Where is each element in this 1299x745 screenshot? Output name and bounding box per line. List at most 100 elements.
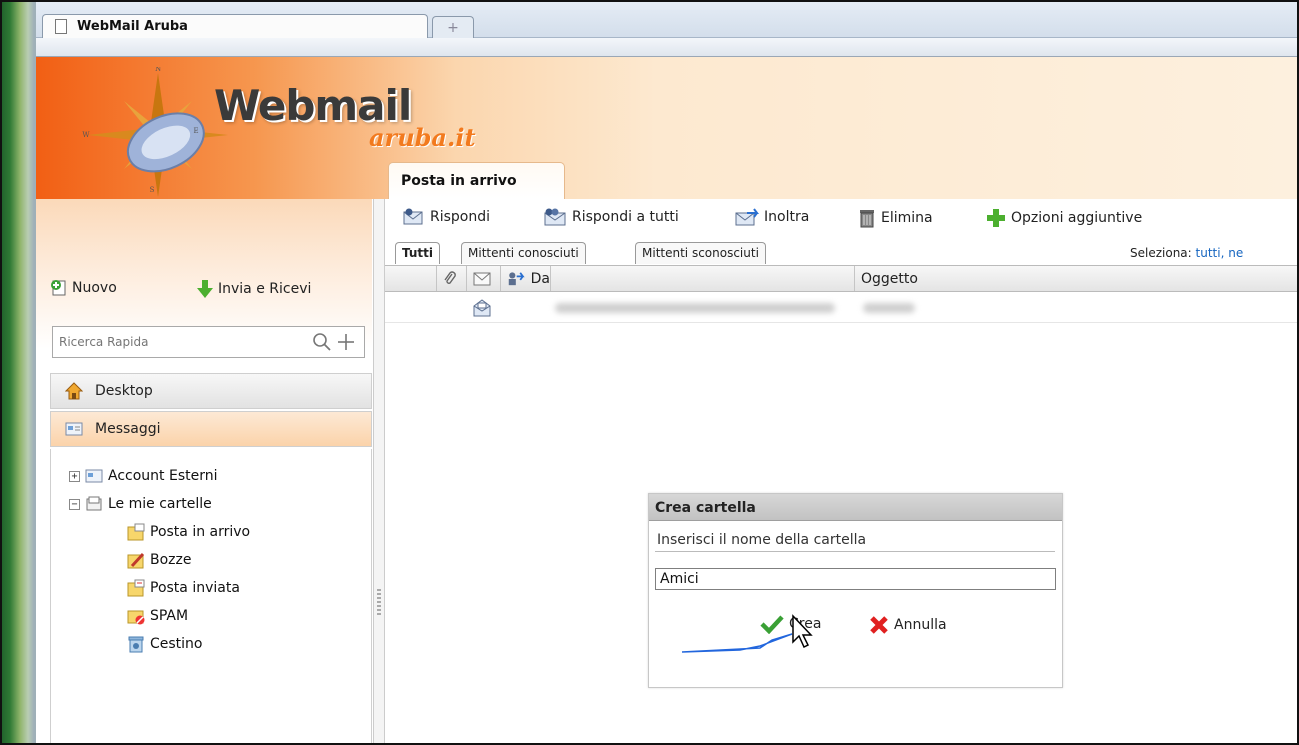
inbox-folder-icon: [127, 523, 145, 541]
sender-redacted: [555, 303, 835, 313]
tree-account-esterni-label: Account Esterni: [108, 468, 218, 484]
tree-folder-trash-label: Cestino: [150, 636, 203, 652]
tree-account-esterni[interactable]: + Account Esterni: [69, 465, 218, 487]
filter-tab-known-senders[interactable]: Mittenti conosciuti: [461, 242, 586, 264]
search-tools: [312, 332, 356, 352]
browser-tabstrip: WebMail Aruba +: [36, 0, 1299, 39]
forward-button[interactable]: Inoltra: [735, 208, 809, 226]
browser-tab[interactable]: WebMail Aruba: [42, 14, 428, 39]
tree-folder-drafts-label: Bozze: [150, 552, 192, 568]
col-read-status[interactable]: [467, 266, 501, 291]
reply-all-icon: [544, 208, 566, 226]
compass-n: N: [155, 67, 161, 73]
compass-e: E: [193, 127, 198, 135]
reply-all-label: Rispondi a tutti: [572, 209, 679, 225]
new-message-button[interactable]: Nuovo: [50, 279, 117, 297]
create-button[interactable]: Crea: [759, 614, 821, 634]
my-folders-icon: [86, 496, 102, 511]
tree-folder-spam-label: SPAM: [150, 608, 189, 624]
reply-label: Rispondi: [430, 209, 491, 225]
checkmark-icon: [760, 615, 784, 634]
forward-icon: [735, 208, 759, 226]
more-options-label: Opzioni aggiuntive: [1011, 210, 1143, 226]
col-from-label: Da: [530, 270, 550, 287]
quick-search-input[interactable]: [53, 327, 303, 357]
advanced-search-plus-icon[interactable]: [336, 332, 356, 352]
folder-name-input[interactable]: [655, 568, 1056, 590]
expand-icon[interactable]: +: [69, 470, 80, 482]
send-receive-label: Invia e Ricevi: [218, 281, 312, 297]
trash-folder-icon: [128, 636, 144, 653]
close-icon: [870, 616, 888, 634]
down-arrow-icon: [197, 280, 213, 298]
desktop-background: [0, 0, 36, 745]
logo-aruba-text: aruba.it: [369, 123, 476, 152]
table-row[interactable]: [385, 293, 1299, 323]
select-label: Seleziona:: [1130, 246, 1192, 260]
tree-le-mie-cartelle-label: Le mie cartelle: [108, 496, 212, 512]
left-pane: Nuovo Invia e Ricevi Desktop: [36, 199, 372, 745]
browser-tab-title: WebMail Aruba: [77, 19, 188, 34]
browser-toolbar: [36, 38, 1299, 57]
external-accounts-icon: [85, 469, 103, 483]
reply-all-button[interactable]: Rispondi a tutti: [541, 208, 679, 226]
delete-label: Elimina: [881, 210, 933, 226]
dialog-title: Crea cartella: [649, 494, 1062, 521]
compass-s: S: [150, 186, 155, 194]
sent-folder-icon: [127, 579, 145, 597]
tree-folder-sent[interactable]: Posta inviata: [127, 577, 240, 599]
new-tab-button[interactable]: +: [432, 16, 474, 38]
reply-button[interactable]: Rispondi: [403, 208, 490, 226]
tab-posta-in-arrivo[interactable]: Posta in arrivo: [388, 162, 565, 199]
select-all-link[interactable]: tutti,: [1196, 246, 1225, 260]
paperclip-icon: [444, 270, 456, 284]
folder-tree: + Account Esterni − Le mie cartelle Post…: [50, 449, 372, 745]
filter-tab-unknown-senders[interactable]: Mittenti sconosciuti: [635, 242, 766, 264]
tree-folder-inbox-label: Posta in arrivo: [150, 524, 251, 540]
col-sender[interactable]: Da: [501, 266, 551, 291]
left-actions: Nuovo Invia e Ricevi: [50, 279, 370, 303]
section-desktop-label: Desktop: [95, 383, 153, 399]
col-from-spacer[interactable]: [551, 266, 855, 291]
new-icon: [51, 280, 66, 296]
tree-folder-inbox[interactable]: Posta in arrivo: [127, 521, 250, 543]
contact-status-icon: [508, 271, 525, 285]
cancel-button[interactable]: Annulla: [868, 614, 947, 636]
message-toolbar: Rispondi Rispondi a tutti Inoltra Elimin…: [385, 199, 1299, 237]
search-icon[interactable]: [312, 332, 332, 352]
section-messaggi-label: Messaggi: [95, 421, 161, 437]
select-none-link[interactable]: ne: [1228, 246, 1243, 260]
tree-folder-spam[interactable]: SPAM: [127, 605, 188, 627]
delete-button[interactable]: Elimina: [858, 208, 933, 228]
col-attachment[interactable]: [437, 266, 467, 291]
create-folder-dialog: Crea cartella Inserisci il nome della ca…: [648, 493, 1063, 688]
collapse-icon[interactable]: −: [69, 498, 80, 510]
message-grid-header: Da Oggetto: [385, 265, 1299, 292]
section-desktop[interactable]: Desktop: [50, 373, 372, 409]
tree-folder-drafts[interactable]: Bozze: [127, 549, 191, 571]
compass-logo-icon: N W E S: [82, 67, 228, 197]
home-icon: [65, 382, 83, 400]
pane-splitter[interactable]: [373, 199, 385, 745]
app-header: N W E S Webmail aruba.it: [36, 57, 1299, 199]
new-message-label: Nuovo: [72, 280, 117, 296]
col-spacer: [385, 266, 437, 291]
section-messaggi[interactable]: Messaggi: [50, 411, 372, 447]
tree-le-mie-cartelle[interactable]: − Le mie cartelle: [69, 493, 212, 515]
col-subject-label: Oggetto: [861, 270, 918, 287]
quick-search: [52, 326, 365, 358]
tree-folder-trash[interactable]: Cestino: [127, 633, 203, 655]
col-subject[interactable]: Oggetto: [855, 266, 1299, 291]
reply-icon: [403, 208, 423, 225]
drafts-folder-icon: [127, 552, 145, 569]
more-options-button[interactable]: Opzioni aggiuntive: [986, 208, 1142, 228]
splitter-grip[interactable]: [377, 589, 381, 617]
plus-icon: [987, 209, 1005, 227]
filter-tab-tutti[interactable]: Tutti: [395, 242, 440, 264]
create-label: Crea: [789, 616, 822, 632]
cancel-label: Annulla: [894, 617, 947, 633]
spam-folder-icon: [127, 610, 145, 625]
send-receive-button[interactable]: Invia e Ricevi: [196, 279, 311, 299]
tree-folder-sent-label: Posta inviata: [150, 580, 240, 596]
messages-icon: [65, 422, 83, 436]
